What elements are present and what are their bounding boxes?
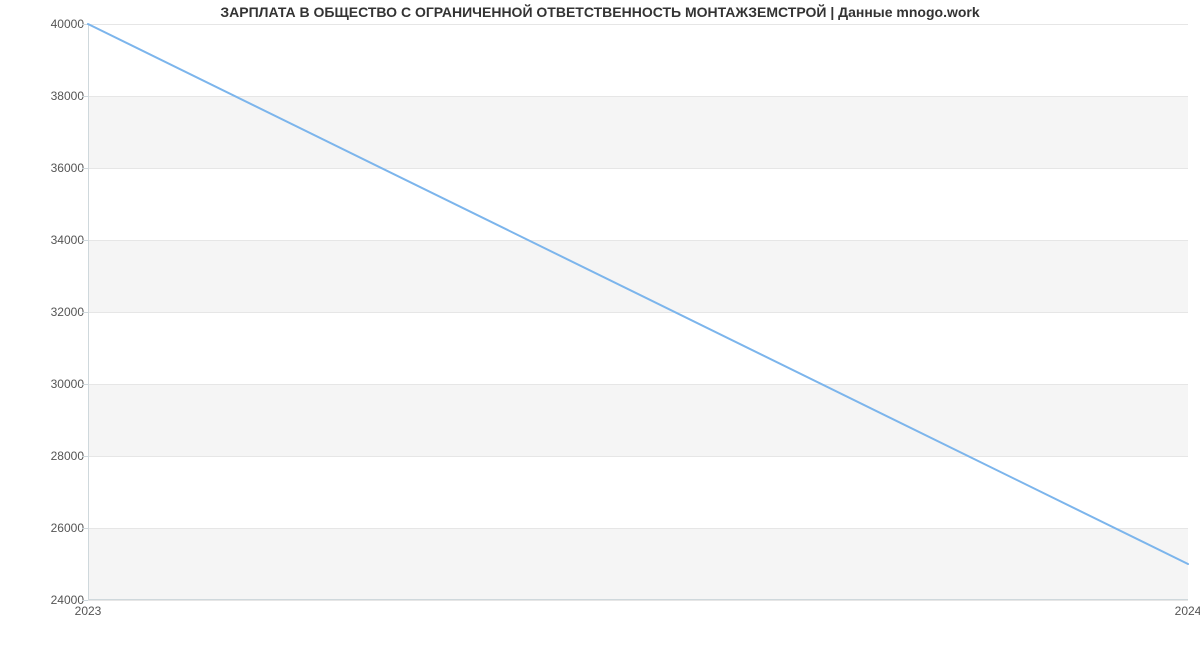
y-tick-label: 36000: [14, 161, 84, 175]
data-series-line: [88, 24, 1188, 564]
y-tick-label: 30000: [14, 377, 84, 391]
line-layer: [88, 24, 1188, 600]
y-tick-label: 38000: [14, 89, 84, 103]
y-tick-label: 40000: [14, 17, 84, 31]
y-tick-mark: [82, 600, 88, 601]
y-tick-label: 24000: [14, 593, 84, 607]
y-tick-label: 26000: [14, 521, 84, 535]
y-tick-label: 28000: [14, 449, 84, 463]
y-tick-label: 34000: [14, 233, 84, 247]
x-tick-label: 2023: [75, 604, 102, 618]
chart-container: ЗАРПЛАТА В ОБЩЕСТВО С ОГРАНИЧЕННОЙ ОТВЕТ…: [0, 0, 1200, 650]
gridline: [88, 600, 1188, 601]
x-tick-label: 2024: [1175, 604, 1200, 618]
chart-title: ЗАРПЛАТА В ОБЩЕСТВО С ОГРАНИЧЕННОЙ ОТВЕТ…: [0, 0, 1200, 24]
y-tick-label: 32000: [14, 305, 84, 319]
plot-area: [88, 24, 1188, 600]
